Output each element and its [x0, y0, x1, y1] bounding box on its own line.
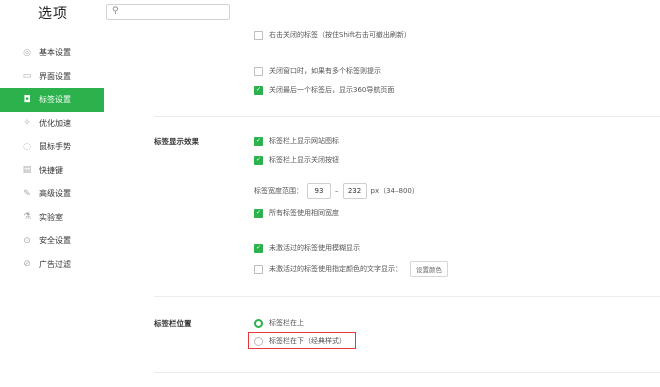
- search-icon: ⚲: [112, 6, 119, 16]
- flask-icon: ⚗: [22, 212, 32, 223]
- option-label: 未激活过的标签使用模糊显示: [269, 244, 360, 252]
- option-show-nav-after-last-tab[interactable]: ✓ 关闭最后一个标签后，显示360导航页面: [254, 85, 394, 95]
- divider: [154, 372, 660, 373]
- option-close-tab-right-click[interactable]: 右击关闭的标签（按住Shift右击可撤出刷新）: [254, 30, 411, 40]
- settings-main: 右击关闭的标签（按住Shift右击可撤出刷新） 关闭窗口时，如果有多个标签则提示…: [104, 24, 660, 387]
- sidebar-item-interface[interactable]: ▭ 界面设置: [0, 65, 104, 89]
- tab-width-max-input[interactable]: 232: [342, 183, 367, 199]
- range-separator: –: [335, 187, 339, 195]
- tab-icon: ◘: [23, 94, 31, 105]
- search-input[interactable]: ⚲: [106, 4, 230, 20]
- tab-width-range: 标签宽度范围： 93 – 232 px（34–800）: [254, 183, 419, 199]
- tab-width-label: 标签宽度范围：: [254, 187, 303, 195]
- option-unread-color[interactable]: 未激活过的标签使用指定颜色的文字显示： 设置颜色: [254, 261, 448, 277]
- section-title-tab-display: 标签显示效果: [154, 137, 199, 146]
- sidebar-item-label: 界面设置: [39, 71, 71, 81]
- sidebar-item-label: 基本设置: [39, 48, 71, 58]
- sidebar-item-label: 实验室: [39, 212, 63, 222]
- option-label: 标签栏上显示网站图标: [269, 137, 339, 145]
- sidebar-item-gestures[interactable]: ◌ 鼠标手势: [0, 135, 104, 159]
- sidebar-item-label: 优化加速: [39, 118, 71, 128]
- sidebar-item-label: 标签设置: [39, 95, 71, 105]
- checkbox-checked[interactable]: ✓: [254, 155, 263, 165]
- checkbox-checked[interactable]: ✓: [254, 243, 263, 253]
- sidebar-item-adblock[interactable]: ⊘ 广告过滤: [0, 253, 104, 277]
- keyboard-icon: ▤: [22, 165, 32, 176]
- radio-tabs-top[interactable]: 标签栏在上: [254, 318, 304, 328]
- option-warn-multiple-tabs[interactable]: 关闭窗口时，如果有多个标签则提示: [254, 66, 381, 76]
- app-title: 选项: [38, 6, 68, 22]
- checkbox[interactable]: [254, 66, 263, 76]
- option-label: 标签栏上显示关闭按钮: [269, 156, 339, 164]
- mouse-icon: ◌: [23, 141, 31, 152]
- wrench-icon: ✎: [23, 188, 31, 199]
- sidebar-item-label: 高级设置: [39, 189, 71, 199]
- checkbox[interactable]: [254, 264, 263, 274]
- window-icon: ▭: [22, 71, 32, 82]
- block-icon: ⊘: [23, 259, 31, 270]
- shield-icon: ⊙: [23, 235, 31, 246]
- option-show-close-button[interactable]: ✓ 标签栏上显示关闭按钮: [254, 155, 339, 165]
- divider: [154, 116, 660, 117]
- sidebar-item-tabs[interactable]: ◘ 标签设置: [0, 88, 104, 112]
- sidebar-item-label: 鼠标手势: [39, 142, 71, 152]
- rocket-icon: ✧: [23, 118, 31, 129]
- sidebar-item-label: 快捷键: [39, 165, 63, 175]
- checkbox-checked[interactable]: ✓: [254, 208, 263, 218]
- sidebar-item-shortcuts[interactable]: ▤ 快捷键: [0, 159, 104, 183]
- tab-width-unit: px（34–800）: [370, 187, 419, 195]
- option-label: 关闭最后一个标签后，显示360导航页面: [269, 86, 395, 94]
- sidebar-item-optimize[interactable]: ✧ 优化加速: [0, 112, 104, 136]
- checkbox-checked[interactable]: ✓: [254, 85, 263, 95]
- sidebar-item-basic[interactable]: ◎ 基本设置: [0, 41, 104, 65]
- option-label: 所有标签使用相同宽度: [269, 209, 339, 217]
- highlight-box: [248, 332, 356, 349]
- set-color-button[interactable]: 设置颜色: [410, 261, 448, 277]
- option-label: 右击关闭的标签（按住Shift右击可撤出刷新）: [269, 31, 411, 39]
- sidebar-nav: ◎ 基本设置 ▭ 界面设置 ◘ 标签设置 ✧ 优化加速 ◌ 鼠标手势 ▤ 快捷键 ✎ 高级设置…: [0, 41, 104, 276]
- sidebar: 选项 ◎ 基本设置 ▭ 界面设置 ◘ 标签设置 ✧ 优化加速 ◌ 鼠标手势 ▤ 快捷键 ✎ 高…: [0, 0, 104, 387]
- sidebar-item-label: 安全设置: [39, 236, 71, 246]
- checkbox-checked[interactable]: ✓: [254, 136, 263, 146]
- option-unread-blur[interactable]: ✓ 未激活过的标签使用模糊显示: [254, 243, 360, 253]
- option-label: 关闭窗口时，如果有多个标签则提示: [269, 67, 381, 75]
- sidebar-item-security[interactable]: ⊙ 安全设置: [0, 229, 104, 253]
- tab-width-min-input[interactable]: 93: [307, 183, 331, 199]
- sidebar-item-advanced[interactable]: ✎ 高级设置: [0, 182, 104, 206]
- option-same-width[interactable]: ✓ 所有标签使用相同宽度: [254, 208, 339, 218]
- option-label: 标签栏在上: [269, 319, 304, 327]
- radio-checked[interactable]: [254, 318, 263, 328]
- sidebar-item-label: 广告过滤: [39, 259, 71, 269]
- checkbox[interactable]: [254, 30, 263, 40]
- sidebar-item-lab[interactable]: ⚗ 实验室: [0, 206, 104, 230]
- gear-icon: ◎: [23, 47, 31, 58]
- option-show-site-icon[interactable]: ✓ 标签栏上显示网站图标: [254, 136, 339, 146]
- section-title-tab-position: 标签栏位置: [154, 319, 192, 328]
- option-label: 未激活过的标签使用指定颜色的文字显示：: [269, 265, 402, 273]
- divider: [154, 296, 660, 297]
